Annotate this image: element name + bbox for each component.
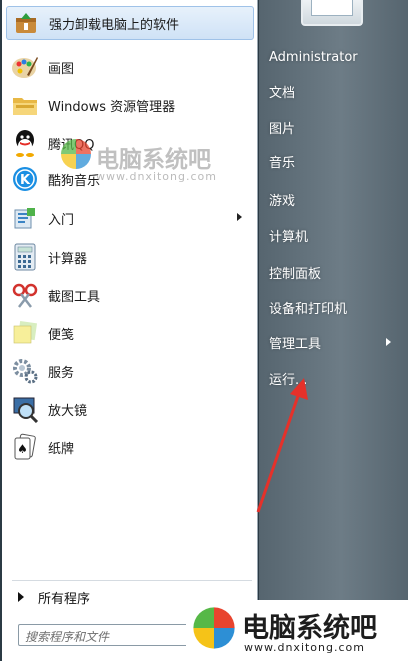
uninstaller-icon [11, 8, 41, 38]
place-games[interactable]: 游戏 [269, 187, 401, 211]
program-getting-started[interactable]: 入门 [6, 201, 254, 235]
place-label: 管理工具 [269, 336, 322, 352]
program-calculator[interactable]: 计算器 [6, 240, 254, 274]
user-picture[interactable] [301, 0, 363, 26]
getting-started-icon [10, 203, 40, 233]
place-label: 图片 [269, 121, 296, 137]
program-label: 计算器 [48, 251, 88, 267]
place-computer[interactable]: 计算机 [269, 223, 401, 247]
kugou-icon: K [10, 164, 40, 194]
place-label: 计算机 [269, 229, 309, 245]
program-magnifier[interactable]: 放大镜 [6, 392, 254, 426]
program-kugou-music[interactable]: K 酷狗音乐 [6, 162, 254, 196]
programs-pane: 强力卸载电脑上的软件 画图 Windows 资源管理器 腾讯QQ K 酷狗音乐 [2, 0, 258, 661]
place-pictures[interactable]: 图片 [269, 115, 401, 139]
places-pane: Administrator 文档 图片 音乐 游戏 计算机 控制面板 设备和打印… [259, 0, 408, 661]
place-label: 运行... [269, 372, 308, 388]
magnifier-icon [10, 394, 40, 424]
place-documents[interactable]: 文档 [269, 79, 401, 103]
program-label: 画图 [48, 61, 75, 77]
program-sticky-notes[interactable]: 便笺 [6, 316, 254, 350]
svg-text:K: K [20, 173, 31, 188]
paint-icon [10, 52, 40, 82]
program-label: 入门 [48, 212, 75, 228]
program-label: Windows 资源管理器 [48, 99, 176, 115]
watermark-title: 电脑系统吧 [242, 613, 377, 644]
program-services[interactable]: 服务 [6, 354, 254, 388]
program-snipping-tool[interactable]: 截图工具 [6, 278, 254, 312]
place-admin-tools[interactable]: 管理工具 [269, 330, 401, 354]
services-icon [10, 356, 40, 386]
place-label: 设备和打印机 [269, 301, 348, 317]
qq-icon [10, 128, 40, 158]
program-label: 纸牌 [48, 441, 75, 457]
place-control-panel[interactable]: 控制面板 [269, 260, 401, 284]
solitaire-icon: ♠ [10, 432, 40, 462]
program-tencent-qq[interactable]: 腾讯QQ [6, 126, 254, 160]
watermark-lower: 电脑系统吧 www.dnxitong.com [186, 600, 408, 661]
program-label: 腾讯QQ [48, 137, 95, 153]
expand-arrow-icon [18, 592, 24, 602]
place-label: Administrator [269, 49, 358, 65]
watermark-url: www.dnxitong.com [244, 641, 365, 654]
program-label: 便笺 [48, 327, 75, 343]
place-label: 文档 [269, 85, 296, 101]
svg-text:♠: ♠ [17, 442, 28, 456]
program-label: 放大镜 [48, 403, 88, 419]
sticky-notes-icon [10, 318, 40, 348]
program-label: 酷狗音乐 [48, 173, 101, 189]
all-programs-label: 所有程序 [38, 591, 91, 607]
program-windows-explorer[interactable]: Windows 资源管理器 [6, 88, 254, 122]
program-label: 强力卸载电脑上的软件 [49, 17, 180, 33]
place-label: 控制面板 [269, 266, 322, 282]
program-uninstaller[interactable]: 强力卸载电脑上的软件 [6, 6, 254, 40]
submenu-arrow-icon [386, 338, 391, 346]
program-label: 截图工具 [48, 289, 101, 305]
program-label: 服务 [48, 365, 75, 381]
calculator-icon [10, 242, 40, 272]
place-label: 游戏 [269, 193, 296, 209]
submenu-arrow-icon [237, 213, 242, 221]
separator [12, 580, 252, 581]
place-label: 音乐 [269, 155, 296, 171]
place-music[interactable]: 音乐 [269, 149, 401, 173]
place-run[interactable]: 运行... [269, 366, 401, 390]
watermark-logo-icon [193, 607, 235, 649]
program-solitaire[interactable]: ♠ 纸牌 [6, 430, 254, 464]
place-administrator[interactable]: Administrator [269, 45, 401, 69]
program-paint[interactable]: 画图 [6, 50, 254, 84]
explorer-icon [10, 90, 40, 120]
start-menu: 强力卸载电脑上的软件 画图 Windows 资源管理器 腾讯QQ K 酷狗音乐 [0, 0, 408, 661]
place-devices-printers[interactable]: 设备和打印机 [269, 295, 401, 319]
snipping-tool-icon [10, 280, 40, 310]
